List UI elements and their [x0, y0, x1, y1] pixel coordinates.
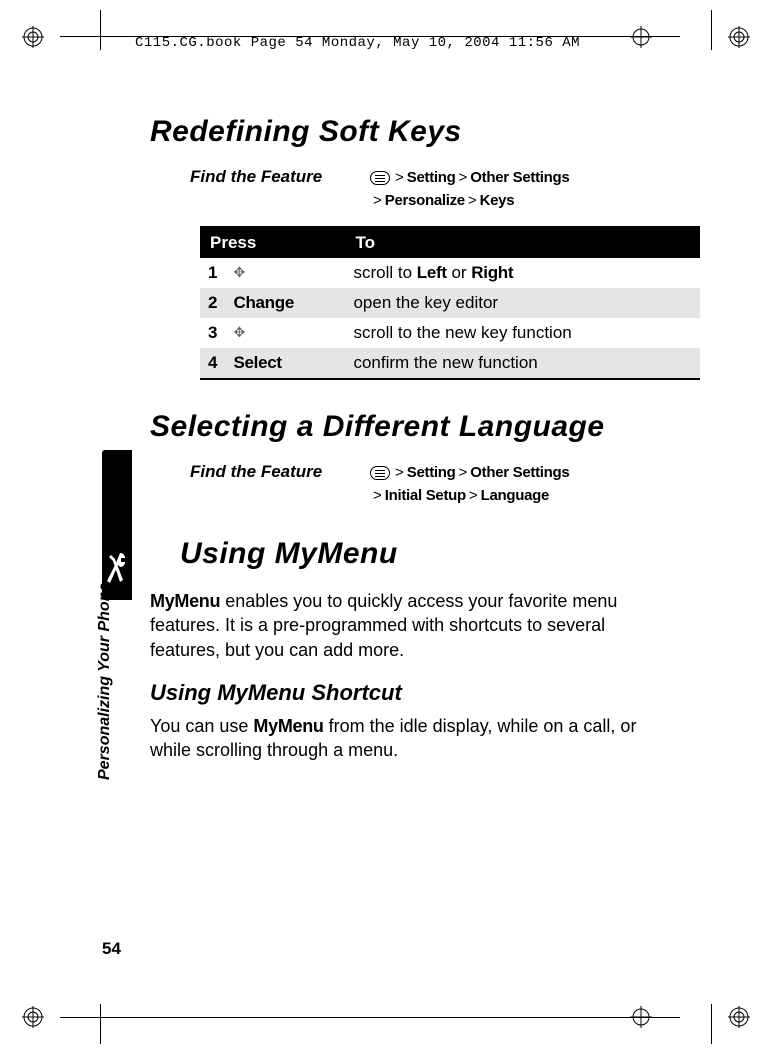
- table-head-to: To: [345, 227, 700, 258]
- subheading-mymenu-shortcut: Using MyMenu Shortcut: [150, 680, 677, 706]
- find-feature-label: Find the Feature: [190, 167, 370, 212]
- crop-line: [711, 1004, 712, 1044]
- nav-key-icon: [233, 266, 249, 282]
- find-feature-path: >Setting>Other Settings >Initial Setup>L…: [370, 462, 569, 507]
- side-section-label: Personalizing Your Phone: [96, 583, 114, 780]
- page-number: 54: [102, 939, 121, 959]
- side-tab: [102, 450, 132, 600]
- crop-line: [711, 10, 712, 50]
- crop-line: [100, 10, 101, 50]
- paragraph: You can use MyMenu from the idle display…: [150, 714, 677, 763]
- heading-redefining-soft-keys: Redefining Soft Keys: [150, 115, 677, 149]
- crop-line: [60, 1017, 680, 1018]
- steps-table: Press To 1 scroll to Left or Right 2 Cha…: [200, 226, 700, 380]
- crop-line: [100, 1004, 101, 1044]
- table-row: 3 scroll to the new key function: [200, 318, 700, 348]
- find-feature-row: Find the Feature >Setting>Other Settings…: [190, 167, 677, 212]
- table-row: 2 Change open the key editor: [200, 288, 700, 318]
- menu-icon: [370, 171, 390, 185]
- paragraph: MyMenu enables you to quickly access you…: [150, 589, 677, 662]
- heading-selecting-language: Selecting a Different Language: [150, 410, 677, 444]
- find-feature-row: Find the Feature >Setting>Other Settings…: [190, 462, 677, 507]
- registration-mark-icon: [22, 1006, 44, 1028]
- nav-key-icon: [233, 326, 249, 342]
- find-feature-label: Find the Feature: [190, 462, 370, 507]
- page: C115.CG.book Page 54 Monday, May 10, 200…: [0, 0, 772, 1054]
- crop-target-icon: [630, 26, 652, 48]
- table-head-press: Press: [200, 227, 345, 258]
- registration-mark-icon: [728, 1006, 750, 1028]
- registration-mark-icon: [728, 26, 750, 48]
- menu-icon: [370, 466, 390, 480]
- table-row: 4 Select confirm the new function: [200, 348, 700, 379]
- table-row: 1 scroll to Left or Right: [200, 258, 700, 288]
- header-file-info: C115.CG.book Page 54 Monday, May 10, 200…: [135, 35, 580, 51]
- heading-using-mymenu: Using MyMenu: [180, 537, 677, 571]
- crop-target-icon: [630, 1006, 652, 1028]
- registration-mark-icon: [22, 26, 44, 48]
- find-feature-path: >Setting>Other Settings >Personalize>Key…: [370, 167, 569, 212]
